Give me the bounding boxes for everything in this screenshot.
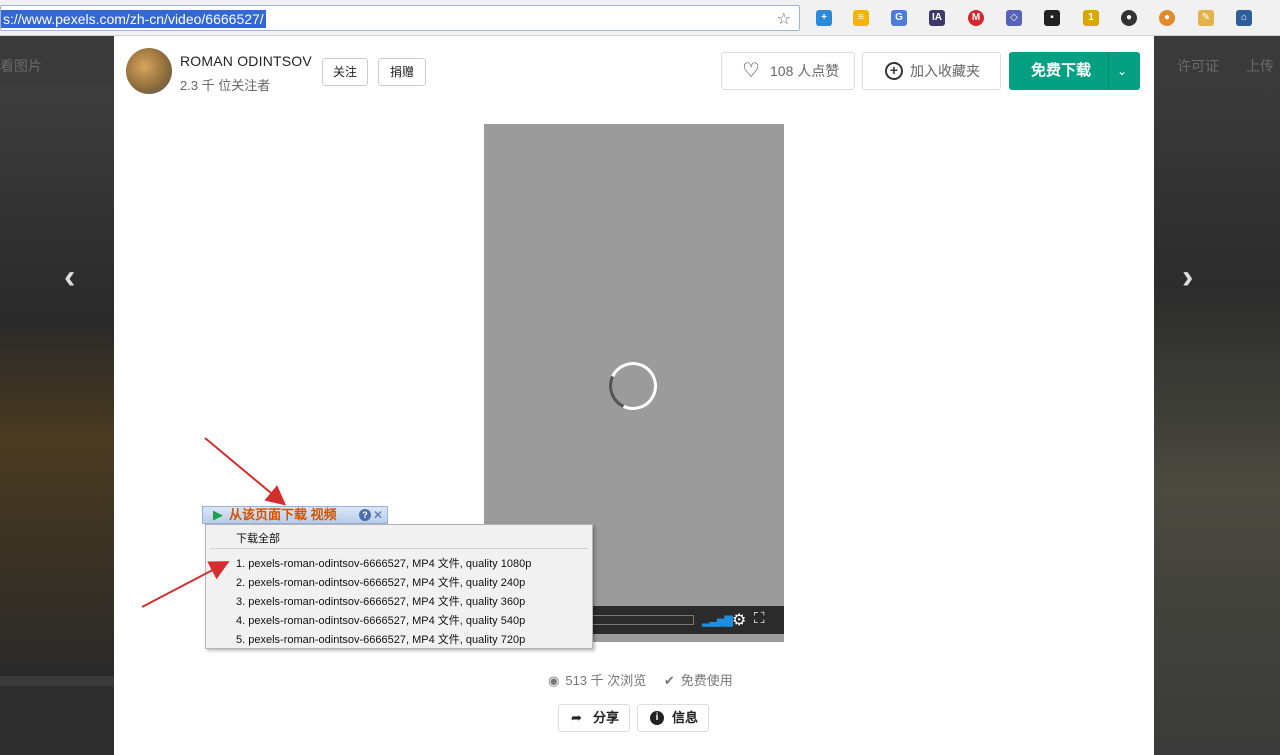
annotation-arrows (141, 437, 287, 608)
annotation-arrow-2 (141, 561, 230, 608)
annotation-arrow-1 (204, 437, 287, 506)
